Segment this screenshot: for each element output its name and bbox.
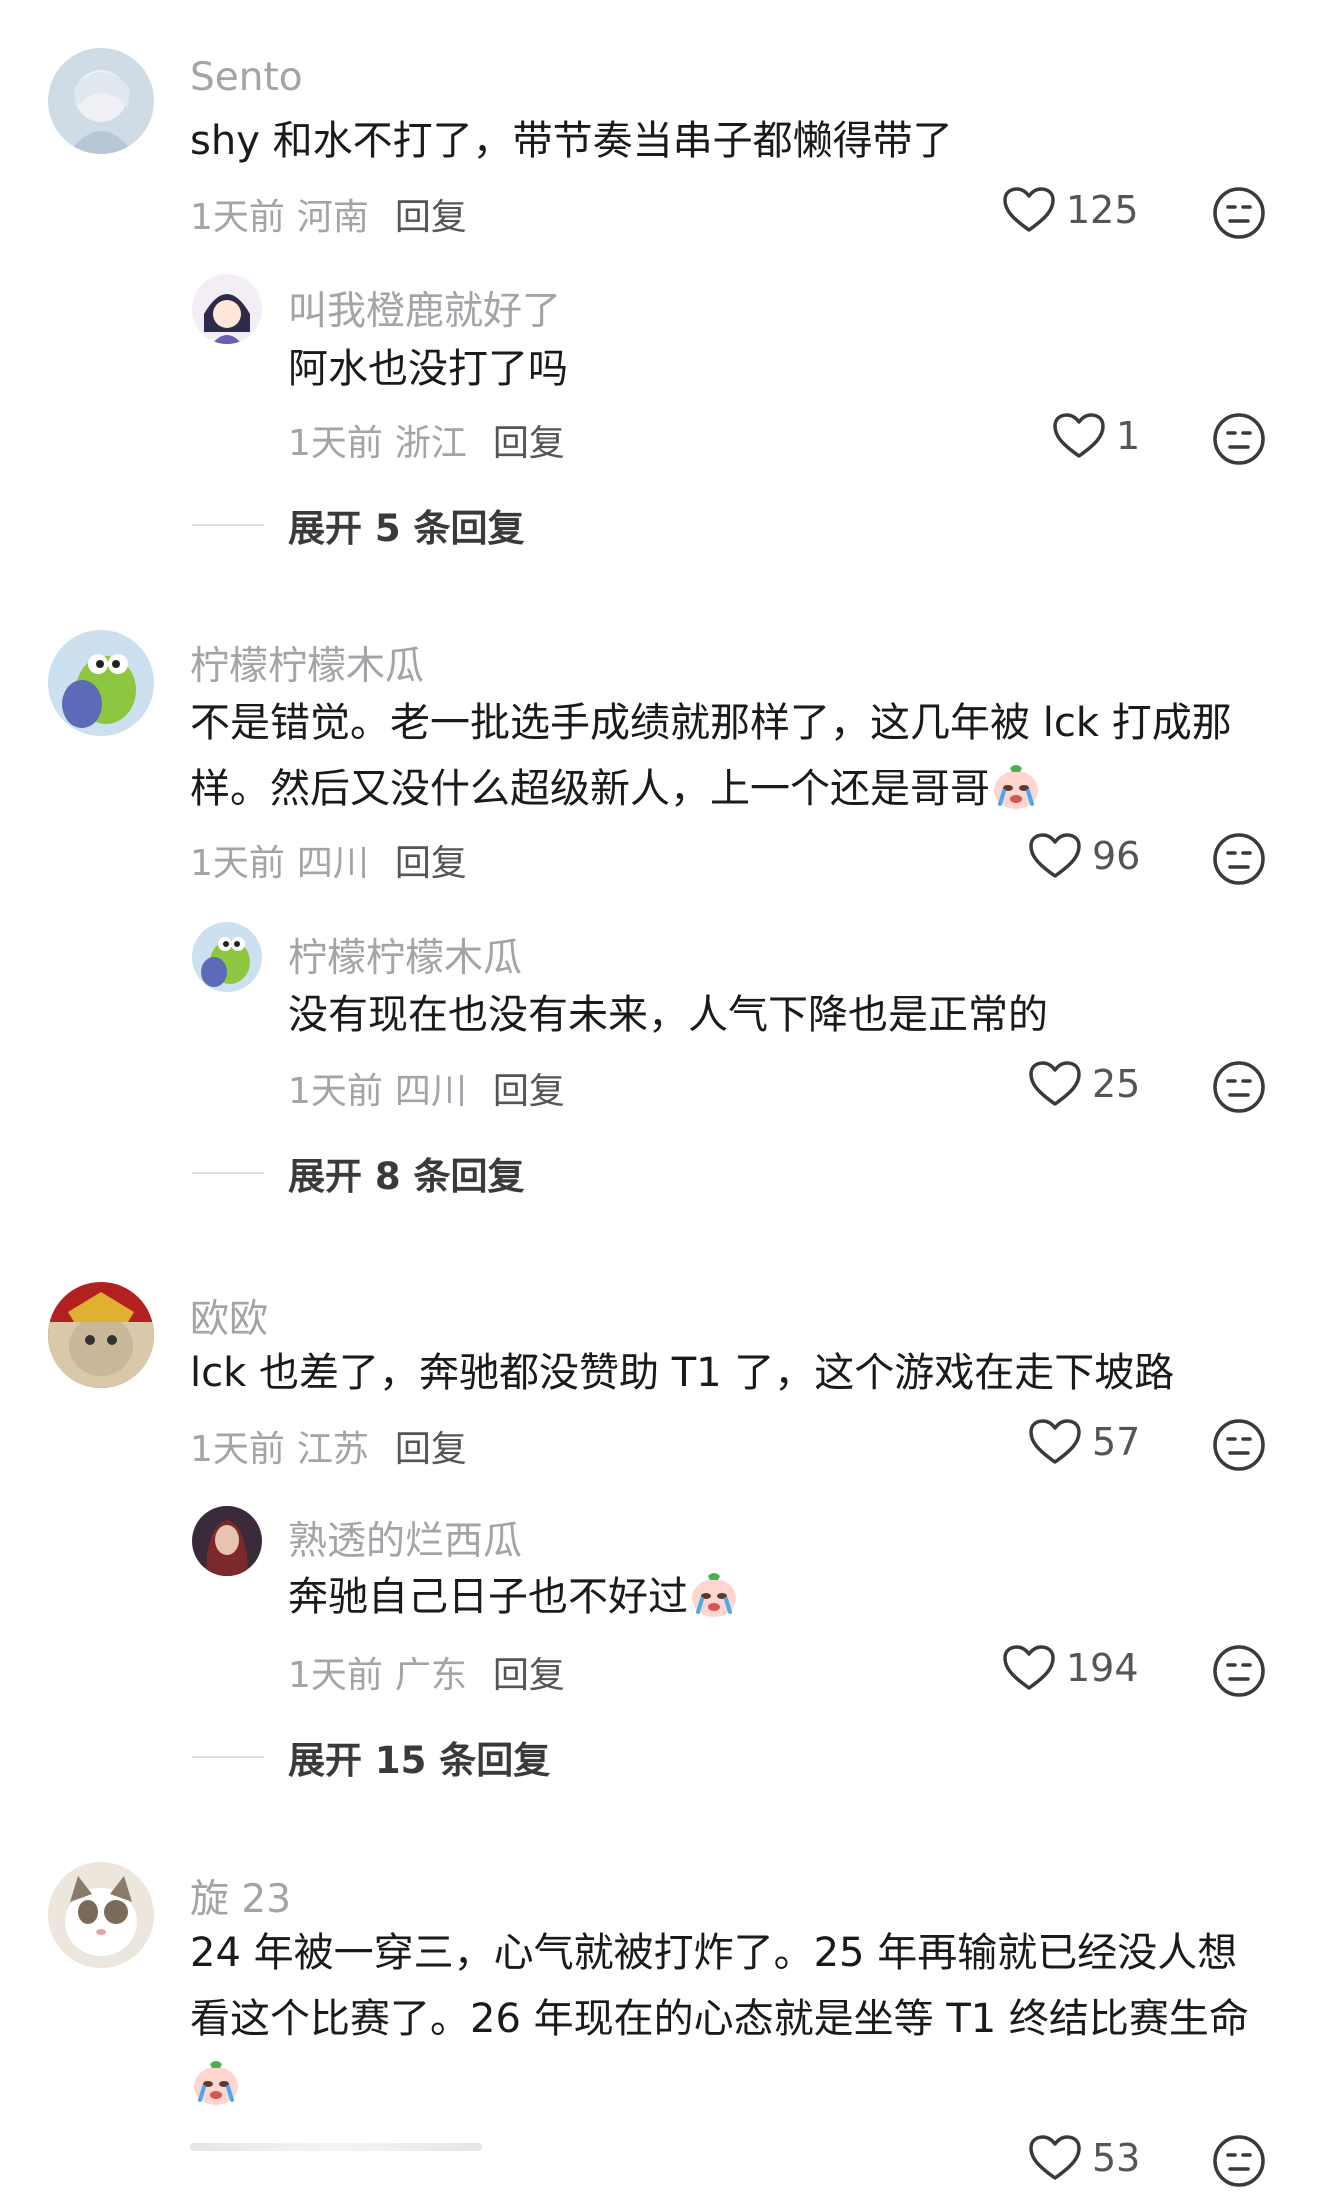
reply-time: 1天前 (288, 1071, 383, 1112)
comment-text-line: 24 年被一穿三，心气就被打炸了。25 年再输就已经没人想 (190, 1930, 1238, 1976)
comment-text-line: 不是错觉。老一批选手成绩就那样了，这几年被 lck 打成那 (190, 700, 1232, 746)
reply-time: 1天前 (288, 423, 383, 464)
username[interactable]: 旋 23 (190, 1868, 291, 1924)
reply-location: 广东 (394, 1655, 467, 1696)
meh-face-icon[interactable] (1212, 412, 1266, 466)
like-button[interactable]: 125 (1002, 186, 1139, 234)
avatar[interactable] (48, 1862, 154, 1968)
expand-replies-button[interactable]: 展开 15 条回复 (192, 1730, 550, 1784)
like-button[interactable]: 96 (1028, 832, 1140, 880)
reply-text-line: 奔驰自己日子也不好过 (288, 1564, 740, 1630)
reply-text: 阿水也没打了吗 (288, 346, 568, 392)
like-count: 1 (1116, 414, 1141, 458)
reply-button[interactable]: 回复 (493, 1071, 565, 1112)
reply-meta: 1天前 浙江 回复 (288, 414, 565, 466)
reply-button[interactable]: 回复 (395, 197, 467, 238)
comment-text: lck 也差了，奔驰都没赞助 T1 了，这个游戏在走下坡路 (190, 1350, 1175, 1396)
username[interactable]: Sento (190, 55, 303, 100)
comment-location: 河南 (296, 197, 369, 238)
meh-face-icon[interactable] (1212, 1418, 1266, 1472)
expand-replies-button[interactable]: 展开 8 条回复 (192, 1146, 525, 1200)
comment-meta: 1天前 河南 回复 (190, 188, 467, 240)
like-button[interactable]: 1 (1052, 412, 1140, 460)
like-count: 96 (1092, 834, 1141, 878)
reply-meta: 1天前 四川 回复 (288, 1062, 565, 1114)
avatar[interactable] (48, 1282, 154, 1388)
heart-icon (1002, 1644, 1056, 1692)
comment-text-line: 样。然后又没什么超级新人，上一个还是哥哥 (190, 756, 1042, 822)
expand-replies-button[interactable]: 展开 5 条回复 (192, 498, 525, 552)
heart-icon (1028, 1060, 1082, 1108)
reply-button[interactable]: 回复 (493, 423, 565, 464)
reply-meta: 1天前 广东 回复 (288, 1646, 565, 1698)
meh-face-icon[interactable] (1212, 832, 1266, 886)
like-button[interactable]: 57 (1028, 1418, 1140, 1466)
reply-text: 没有现在也没有未来，人气下降也是正常的 (288, 992, 1048, 1038)
expand-replies-label: 展开 15 条回复 (288, 1739, 551, 1782)
comment-text-line (190, 2052, 242, 2118)
meh-face-icon[interactable] (1212, 2134, 1266, 2188)
comment-meta: 1天前 四川 回复 (190, 834, 467, 886)
meh-face-icon[interactable] (1212, 1060, 1266, 1114)
like-count: 25 (1092, 1062, 1141, 1106)
comment-text-line-2: 样。然后又没什么超级新人，上一个还是哥哥 (190, 766, 990, 812)
crying-face-emoji (990, 760, 1042, 812)
reply-button[interactable]: 回复 (493, 1655, 565, 1696)
avatar[interactable] (192, 922, 262, 992)
like-count: 57 (1092, 1420, 1141, 1464)
reply-location: 浙江 (394, 423, 467, 464)
username[interactable]: 叫我橙鹿就好了 (288, 280, 561, 336)
heart-icon (1028, 2134, 1082, 2182)
username[interactable]: 熟透的烂西瓜 (288, 1510, 522, 1566)
comment-location: 江苏 (296, 1429, 369, 1470)
comment-text: shy 和水不打了，带节奏当串子都懒得带了 (190, 118, 953, 164)
reply-text: 奔驰自己日子也不好过 (288, 1574, 688, 1620)
username[interactable]: 柠檬柠檬木瓜 (190, 635, 424, 691)
avatar[interactable] (48, 630, 154, 736)
expand-replies-label: 展开 5 条回复 (288, 507, 525, 550)
avatar[interactable] (48, 48, 154, 154)
divider (192, 1172, 264, 1174)
comment-time: 1天前 (190, 197, 285, 238)
divider (192, 524, 264, 526)
reply-button[interactable]: 回复 (395, 1429, 467, 1470)
expand-replies-label: 展开 8 条回复 (288, 1155, 525, 1198)
comment-meta: 1天前 江苏 回复 (190, 1420, 467, 1472)
reply-time: 1天前 (288, 1655, 383, 1696)
comment-time: 1天前 (190, 1429, 285, 1470)
comment-time: 1天前 (190, 843, 285, 884)
comment-meta-placeholder (190, 2143, 482, 2151)
like-button[interactable]: 25 (1028, 1060, 1140, 1108)
like-button[interactable]: 194 (1002, 1644, 1139, 1692)
like-count: 53 (1092, 2136, 1141, 2180)
like-count: 194 (1066, 1646, 1139, 1690)
crying-face-emoji (190, 2056, 242, 2108)
avatar[interactable] (192, 274, 262, 344)
heart-icon (1028, 832, 1082, 880)
crying-face-emoji (688, 1568, 740, 1620)
reply-location: 四川 (394, 1071, 467, 1112)
heart-icon (1028, 1418, 1082, 1466)
meh-face-icon[interactable] (1212, 1644, 1266, 1698)
avatar[interactable] (192, 1506, 262, 1576)
divider (192, 1756, 264, 1758)
username[interactable]: 柠檬柠檬木瓜 (288, 927, 522, 983)
like-button[interactable]: 53 (1028, 2134, 1140, 2182)
heart-icon (1052, 412, 1106, 460)
comment-location: 四川 (296, 843, 369, 884)
like-count: 125 (1066, 188, 1139, 232)
comment-text-line: 看这个比赛了。26 年现在的心态就是坐等 T1 终结比赛生命 (190, 1996, 1249, 2042)
reply-button[interactable]: 回复 (395, 843, 467, 884)
username[interactable]: 欧欧 (190, 1288, 268, 1344)
meh-face-icon[interactable] (1212, 186, 1266, 240)
heart-icon (1002, 186, 1056, 234)
